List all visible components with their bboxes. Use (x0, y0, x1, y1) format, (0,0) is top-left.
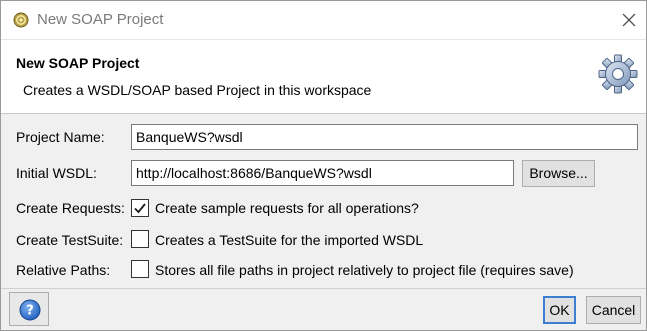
create-testsuite-checkbox[interactable] (131, 230, 149, 248)
help-button[interactable]: ? (9, 292, 49, 326)
new-soap-project-dialog: New SOAP Project New SOAP Project Create… (0, 0, 647, 331)
create-testsuite-text: Creates a TestSuite for the imported WSD… (155, 232, 424, 248)
ok-button[interactable]: OK (543, 296, 576, 324)
project-name-field[interactable]: BanqueWS?wsdl (131, 124, 638, 150)
project-name-label: Project Name: (16, 129, 105, 145)
initial-wsdl-field[interactable]: http://localhost:8686/BanqueWS?wsdl (131, 160, 514, 186)
relative-paths-label: Relative Paths: (16, 262, 111, 278)
close-icon[interactable] (620, 11, 638, 29)
create-requests-label: Create Requests: (16, 200, 125, 216)
help-icon: ? (19, 299, 41, 321)
banner-title: New SOAP Project (16, 55, 140, 71)
header-banner: New SOAP Project Creates a WSDL/SOAP bas… (1, 39, 646, 114)
cancel-button[interactable]: Cancel (586, 296, 641, 324)
svg-text:?: ? (26, 304, 34, 319)
create-testsuite-label: Create TestSuite: (16, 232, 124, 248)
create-requests-text: Create sample requests for all operation… (155, 200, 419, 216)
window-title: New SOAP Project (37, 11, 164, 28)
initial-wsdl-label: Initial WSDL: (16, 165, 97, 181)
create-requests-checkbox[interactable] (131, 199, 149, 217)
browse-button[interactable]: Browse... (522, 160, 595, 187)
gear-icon (598, 54, 638, 94)
title-bar: New SOAP Project (1, 1, 646, 39)
relative-paths-checkbox[interactable] (131, 260, 149, 278)
banner-description: Creates a WSDL/SOAP based Project in thi… (23, 82, 372, 98)
checkmark-icon (134, 203, 146, 214)
soapui-icon (13, 12, 29, 28)
footer-divider (1, 288, 646, 289)
relative-paths-text: Stores all file paths in project relativ… (155, 262, 574, 278)
